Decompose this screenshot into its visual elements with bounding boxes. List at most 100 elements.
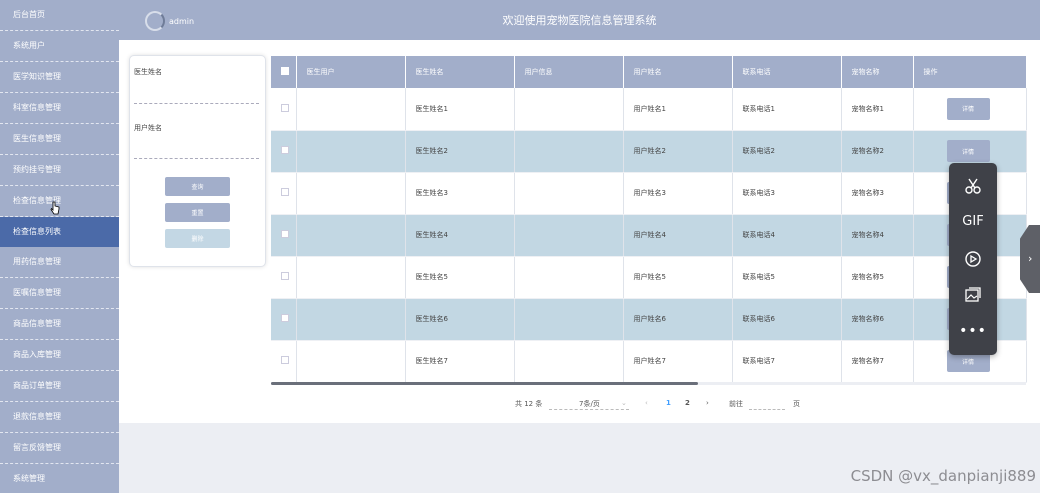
column-header: 医生用户 (296, 56, 406, 88)
sidebar-item-refunds[interactable]: 退款信息管理 (0, 402, 119, 433)
cell-doctor-name: 医生姓名2 (405, 130, 515, 173)
cell-doctor-user (296, 256, 406, 299)
sidebar-item-medical-knowledge[interactable]: 医学知识管理 (0, 62, 119, 93)
cell-user-info (514, 340, 624, 383)
next-page-button[interactable]: › (706, 399, 709, 407)
row-checkbox[interactable] (271, 340, 297, 383)
top-header: admin 欢迎使用宠物医院信息管理系统 (119, 0, 1040, 40)
side-expand-tab[interactable]: › (1020, 225, 1040, 293)
cell-user-info (514, 256, 624, 299)
sidebar: 后台首页 系统用户 医学知识管理 科室信息管理 医生信息管理 预约挂号管理 检查… (0, 0, 119, 493)
sidebar-item-product-orders[interactable]: 商品订单管理 (0, 371, 119, 402)
doctor-name-label: 医生姓名 (134, 68, 162, 76)
cell-user-name: 用户姓名3 (623, 172, 733, 215)
page-size-select[interactable]: 7条/页 (579, 399, 600, 409)
cell-phone: 联系电话4 (732, 214, 842, 257)
scrollbar-thumb[interactable] (271, 382, 698, 385)
cell-phone: 联系电话6 (732, 298, 842, 341)
cell-user-name: 用户姓名6 (623, 298, 733, 341)
cell-pet-name: 宠物名称1 (841, 88, 914, 131)
doctor-name-input[interactable] (134, 92, 259, 104)
cell-user-name: 用户姓名7 (623, 340, 733, 383)
user-name-input[interactable] (134, 147, 259, 159)
sidebar-item-products[interactable]: 商品信息管理 (0, 309, 119, 340)
horizontal-scrollbar[interactable] (271, 382, 1026, 385)
row-checkbox[interactable] (271, 256, 297, 299)
column-header: 联系电话 (732, 56, 842, 88)
sidebar-item-medication[interactable]: 用药信息管理 (0, 247, 119, 278)
sidebar-item-exam-list[interactable]: 检查信息列表 (0, 217, 119, 247)
page-1-button[interactable]: 1 (666, 399, 671, 407)
table-row[interactable]: 医生姓名4用户姓名4联系电话4宠物名称4详情 (271, 214, 1027, 257)
cell-doctor-name: 医生姓名3 (405, 172, 515, 215)
record-icon[interactable] (949, 250, 997, 270)
cell-user-info (514, 298, 624, 341)
mouse-cursor-icon (50, 201, 60, 218)
table-body: 医生姓名1 用户姓名1 联系电话1 宠物名称1 详情 医生姓名2 用户姓名2 联系电话2 宠物名… (271, 88, 1027, 383)
detail-button[interactable]: 详情 (946, 140, 990, 162)
row-checkbox[interactable] (271, 214, 297, 257)
floating-toolbar: GIF ••• (949, 163, 997, 355)
table-row[interactable]: 医生姓名7 用户姓名7 联系电话7 宠物名称7 详情 (271, 340, 1027, 383)
cell-user-info (514, 88, 624, 131)
row-checkbox[interactable] (271, 88, 297, 131)
column-header: 用户姓名 (623, 56, 733, 88)
page-unit-label: 页 (793, 400, 800, 408)
select-all-checkbox[interactable] (271, 56, 297, 88)
cell-action: 详情 (913, 88, 1027, 131)
row-checkbox[interactable] (271, 130, 297, 173)
cell-user-info (514, 214, 624, 257)
cell-pet-name: 宠物名称4 (841, 214, 914, 257)
cell-pet-name: 宠物名称7 (841, 340, 914, 383)
row-checkbox[interactable] (271, 298, 297, 341)
sidebar-item-doctors[interactable]: 医生信息管理 (0, 124, 119, 155)
goto-label: 前往 (729, 400, 743, 408)
reset-button[interactable]: 重置 (165, 203, 230, 222)
cell-doctor-user (296, 298, 406, 341)
cell-phone: 联系电话7 (732, 340, 842, 383)
page-2-button[interactable]: 2 (685, 399, 690, 407)
sidebar-item-orders-medical[interactable]: 医嘱信息管理 (0, 278, 119, 309)
table-row[interactable]: 医生姓名3用户姓名3联系电话3宠物名称3详情 (271, 172, 1027, 215)
sidebar-item-home[interactable]: 后台首页 (0, 0, 119, 31)
column-header: 操作 (913, 56, 1027, 88)
column-header: 医生姓名 (405, 56, 515, 88)
sidebar-item-system-users[interactable]: 系统用户 (0, 31, 119, 62)
column-header: 宠物名称 (841, 56, 914, 88)
cell-user-name: 用户姓名5 (623, 256, 733, 299)
table-row[interactable]: 医生姓名2 用户姓名2 联系电话2 宠物名称2 详情 (271, 130, 1027, 173)
cell-doctor-name: 医生姓名6 (405, 298, 515, 341)
detail-button[interactable]: 详情 (946, 97, 990, 120)
chevron-down-icon: ⌄ (621, 399, 627, 407)
chevron-right-icon: › (1028, 252, 1033, 265)
more-icon[interactable]: ••• (949, 323, 997, 339)
cell-doctor-name: 医生姓名1 (405, 88, 515, 131)
cell-doctor-user (296, 214, 406, 257)
image-icon[interactable] (949, 286, 997, 306)
sidebar-item-departments[interactable]: 科室信息管理 (0, 93, 119, 124)
table-row[interactable]: 医生姓名6用户姓名6联系电话6宠物名称6详情 (271, 298, 1027, 341)
cell-pet-name: 宠物名称3 (841, 172, 914, 215)
cell-user-name: 用户姓名2 (623, 130, 733, 173)
sidebar-item-feedback[interactable]: 留言反馈管理 (0, 433, 119, 464)
gif-icon[interactable]: GIF (949, 214, 997, 229)
delete-button[interactable]: 删除 (165, 229, 230, 248)
user-name-label: 用户姓名 (134, 124, 162, 132)
exam-table: 医生用户 医生姓名 用户信息 用户姓名 联系电话 宠物名称 操作 医生姓名1 用户… (271, 56, 1027, 383)
cell-doctor-name: 医生姓名5 (405, 256, 515, 299)
cell-phone: 联系电话3 (732, 172, 842, 215)
cell-user-name: 用户姓名1 (623, 88, 733, 131)
cell-doctor-user (296, 172, 406, 215)
table-row[interactable]: 医生姓名5用户姓名5联系电话5宠物名称5详情 (271, 256, 1027, 299)
main-content: 医生姓名 用户姓名 查询 重置 删除 医生用户 医生姓名 用户信息 用户姓名 联… (119, 40, 1040, 423)
sidebar-item-appointments[interactable]: 预约挂号管理 (0, 155, 119, 186)
cell-doctor-user (296, 130, 406, 173)
prev-page-button[interactable]: ‹ (645, 399, 648, 407)
sidebar-item-stock-in[interactable]: 商品入库管理 (0, 340, 119, 371)
scissors-icon[interactable] (949, 177, 997, 197)
row-checkbox[interactable] (271, 172, 297, 215)
sidebar-item-system-settings[interactable]: 系统管理 (0, 464, 119, 493)
query-button[interactable]: 查询 (165, 177, 230, 196)
table-row[interactable]: 医生姓名1 用户姓名1 联系电话1 宠物名称1 详情 (271, 88, 1027, 131)
cell-doctor-name: 医生姓名7 (405, 340, 515, 383)
